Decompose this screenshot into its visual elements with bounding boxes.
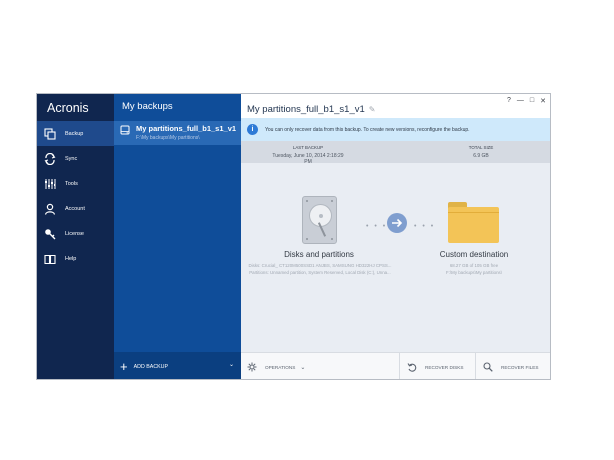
nav-item-help[interactable]: Help <box>37 246 114 271</box>
nav-label: Account <box>65 205 85 212</box>
title-bar: My partitions_full_b1_s1_v1 ✎ ? — □ ✕ <box>241 94 550 118</box>
nav-item-account[interactable]: Account <box>37 196 114 221</box>
operations-button[interactable]: OPERATIONS ⌄ <box>247 353 306 380</box>
total-size-value: 6.9 GB <box>473 153 489 159</box>
edit-pencil-icon[interactable]: ✎ <box>369 105 376 114</box>
chevron-down-icon[interactable]: ⌄ <box>229 361 234 368</box>
info-message: You can only recover data from this back… <box>265 126 470 133</box>
gear-icon <box>247 362 257 372</box>
recover-disks-button[interactable]: RECOVER DISKS <box>399 352 464 379</box>
arrow-right-icon <box>387 213 407 233</box>
backup-item[interactable]: My partitions_full_b1_s1_v1 F:\My backup… <box>114 121 241 145</box>
destination-free-space: 68.27 GB of 105 GB free <box>449 263 499 268</box>
total-size: TOTAL SIZE 6.9 GB <box>461 145 501 159</box>
connector-dots: • • • <box>414 223 436 230</box>
add-backup-button[interactable]: + ADD BACKUP ⌄ <box>114 352 241 379</box>
sync-icon <box>44 152 56 165</box>
total-size-label: TOTAL SIZE <box>468 145 494 150</box>
backup-meta: LAST BACKUP Tuesday, June 10, 2014 2:18:… <box>241 141 550 165</box>
acronis-logo: Acronis <box>47 101 89 115</box>
source-disks: Disks: Crucial_ CT120M500SSD1 ANJBS, SAM… <box>248 263 392 268</box>
info-icon: i <box>247 124 258 135</box>
help-control[interactable]: ? <box>507 97 511 105</box>
backup-details-pane: My partitions_full_b1_s1_v1 ✎ ? — □ ✕ i … <box>241 94 550 380</box>
recover-files-button[interactable]: RECOVER FILES <box>475 352 539 379</box>
minimize-control[interactable]: — <box>517 97 524 105</box>
left-navigation: Acronis Backup Sync Tools Account Licens… <box>37 94 114 379</box>
backup-title: My partitions_full_b1_s1_v1 <box>247 103 365 115</box>
person-icon <box>44 203 56 215</box>
undo-icon <box>407 363 417 372</box>
nav-item-tools[interactable]: Tools <box>37 171 114 196</box>
key-icon <box>45 228 56 239</box>
nav-item-sync[interactable]: Sync <box>37 146 114 171</box>
nav-item-backup[interactable]: Backup <box>37 121 114 146</box>
nav-label: Tools <box>65 180 78 187</box>
recover-disks-label: RECOVER DISKS <box>425 364 464 370</box>
backup-diagram: • • • • • • Disks and partitions Disks: … <box>241 163 550 353</box>
bottom-toolbar: OPERATIONS ⌄ RECOVER DISKS RECOVER FILES <box>241 352 550 380</box>
nav-item-license[interactable]: License <box>37 221 114 246</box>
add-backup-label: ADD BACKUP <box>133 363 169 370</box>
destination-path: F:\My backups\My partitions\ <box>446 270 502 275</box>
source-partitions: Partitions: Unnamed partition, System Re… <box>249 270 391 275</box>
backup-path: F:\My backups\My partitions\ <box>136 135 200 141</box>
copy-icon <box>44 127 56 140</box>
chevron-down-icon: ⌄ <box>300 364 306 371</box>
operations-label: OPERATIONS <box>265 364 296 370</box>
source-title: Disks and partitions <box>284 250 354 259</box>
backups-list-header: My backups <box>122 101 173 112</box>
search-icon <box>483 362 493 372</box>
nav-label: Help <box>65 255 77 262</box>
book-icon <box>44 254 56 264</box>
drive-icon <box>120 125 130 135</box>
last-backup: LAST BACKUP Tuesday, June 10, 2014 2:18:… <box>268 145 348 165</box>
hard-disk-icon[interactable] <box>302 196 337 244</box>
window-controls: ? — □ ✕ <box>507 97 546 105</box>
acronis-window: Acronis Backup Sync Tools Account Licens… <box>36 93 551 380</box>
recover-files-label: RECOVER FILES <box>501 364 539 370</box>
folder-icon[interactable] <box>448 202 499 243</box>
plus-icon: + <box>120 359 128 374</box>
destination-title: Custom destination <box>439 250 509 259</box>
info-banner: i You can only recover data from this ba… <box>241 118 550 141</box>
backup-name: My partitions_full_b1_s1_v1 <box>136 124 237 133</box>
connector-dots: • • • <box>366 223 388 230</box>
sliders-icon <box>45 178 56 189</box>
maximize-control[interactable]: □ <box>530 97 534 105</box>
last-backup-label: LAST BACKUP <box>292 145 324 150</box>
backups-list: My backups My partitions_full_b1_s1_v1 F… <box>114 94 241 379</box>
nav-label: License <box>65 230 84 237</box>
nav-label: Sync <box>65 155 78 162</box>
nav-label: Backup <box>65 130 84 137</box>
close-control[interactable]: ✕ <box>540 97 546 105</box>
